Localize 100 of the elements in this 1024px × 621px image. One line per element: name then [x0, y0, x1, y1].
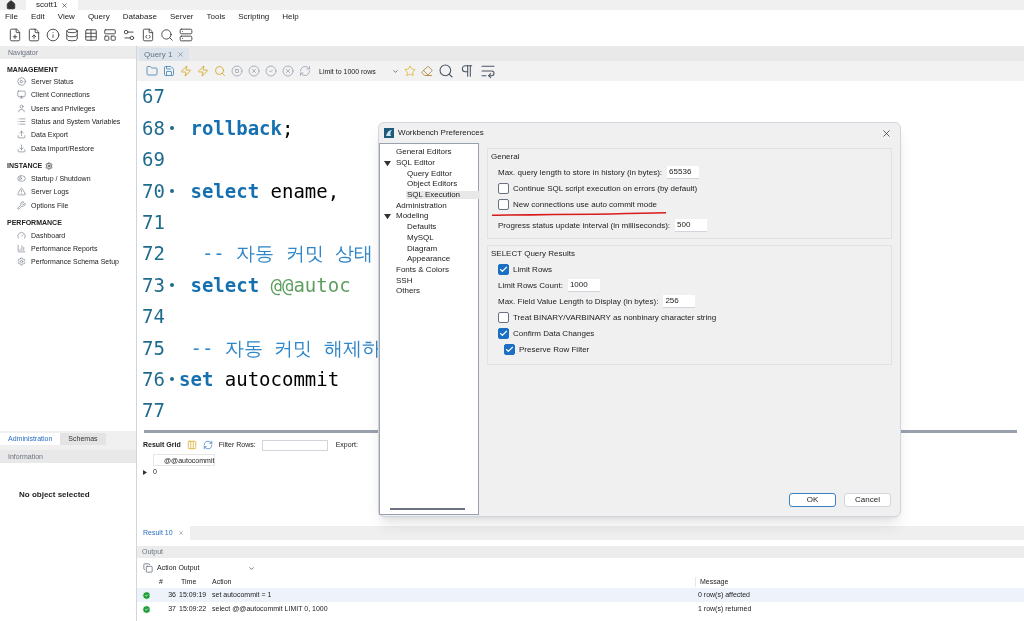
- close-icon[interactable]: [61, 1, 69, 9]
- line-number: 76: [141, 366, 165, 392]
- line-number: 73: [141, 272, 165, 298]
- line-number: 71: [141, 210, 165, 235]
- tree-item[interactable]: Modeling: [395, 212, 430, 221]
- wrench-icon[interactable]: [17, 200, 26, 210]
- input-field[interactable]: 65536: [667, 166, 700, 179]
- line-number: 70: [141, 178, 165, 204]
- menu-item[interactable]: Help: [282, 13, 299, 21]
- expand-triangle-icon[interactable]: [384, 212, 391, 220]
- refresh-icon[interactable]: [202, 440, 213, 450]
- checkbox[interactable]: [498, 199, 509, 210]
- tree-item[interactable]: Appearance: [406, 255, 452, 264]
- download-icon[interactable]: [17, 143, 26, 153]
- tree-item[interactable]: SQL Execution: [406, 191, 481, 200]
- lightning-icon[interactable]: [180, 65, 192, 77]
- monitor-icon[interactable]: [17, 90, 26, 100]
- checkbox-label: Preserve Row Filter: [519, 345, 590, 354]
- tree-item[interactable]: Defaults: [406, 223, 438, 232]
- input-field[interactable]: 1000: [567, 279, 600, 292]
- code-line: rollback;: [189, 115, 294, 141]
- pilcrow-icon[interactable]: [459, 63, 475, 79]
- new-file-icon[interactable]: [8, 28, 22, 42]
- code-line: -- 자동 커밋 해제하: [189, 335, 381, 361]
- checkbox-label: Treat BINARY/VARBINARY as nonbinary character string: [513, 313, 717, 322]
- checkbox[interactable]: [498, 312, 509, 323]
- checkbox-label: Confirm Data Changes: [513, 329, 595, 338]
- row-pointer-icon: [143, 469, 147, 475]
- settings-icon[interactable]: [45, 161, 54, 170]
- line-number: 67: [141, 84, 165, 110]
- list-icon[interactable]: [17, 117, 26, 127]
- database-icon[interactable]: [65, 28, 79, 42]
- field-label: Limit Rows Count:: [498, 281, 563, 290]
- tree-item[interactable]: SSH: [395, 276, 414, 285]
- menu-item[interactable]: File: [5, 13, 18, 21]
- eraser-icon[interactable]: [421, 65, 433, 77]
- copy-icon[interactable]: [143, 563, 153, 573]
- star-icon[interactable]: [404, 65, 416, 77]
- search-icon[interactable]: [160, 28, 174, 42]
- tree-item[interactable]: Query Editor: [406, 169, 453, 178]
- checkbox[interactable]: [498, 264, 509, 275]
- checkbox[interactable]: [498, 328, 509, 339]
- server-icon[interactable]: [179, 28, 193, 42]
- line-number: 77: [141, 398, 165, 424]
- line-number: 72: [141, 241, 165, 267]
- checkbox[interactable]: [504, 344, 515, 355]
- dolphin-logo-icon: [384, 128, 394, 138]
- input-field[interactable]: 256: [663, 295, 696, 308]
- menu-item[interactable]: Server: [169, 13, 194, 21]
- play-icon[interactable]: [17, 77, 26, 87]
- gear-icon[interactable]: [17, 257, 26, 267]
- chart-icon[interactable]: [17, 244, 26, 254]
- stop-icon[interactable]: [231, 65, 243, 77]
- query-tab[interactable]: Query 1: [139, 48, 190, 61]
- close-icon[interactable]: [881, 127, 892, 139]
- expand-triangle-icon[interactable]: [384, 159, 391, 167]
- tree-item[interactable]: Administration: [395, 201, 448, 210]
- ok-button[interactable]: OK: [789, 493, 836, 507]
- menu-item[interactable]: Tools: [206, 13, 226, 21]
- gauge-icon[interactable]: [17, 230, 26, 240]
- line-number: 75: [141, 335, 165, 361]
- code-line: -- 자동 커밋 상태: [200, 241, 374, 267]
- save-icon[interactable]: [163, 65, 175, 77]
- code-line: select ename,: [189, 178, 340, 204]
- tree-item[interactable]: SQL Editor: [395, 159, 436, 168]
- menu-item[interactable]: Database: [122, 13, 157, 21]
- tree-item[interactable]: Diagram: [406, 244, 439, 253]
- field-label: Progress status update interval (in milliseconds):: [498, 221, 671, 230]
- checkbox-label: New connections use auto commit mode: [513, 200, 658, 209]
- info-icon[interactable]: [46, 28, 60, 42]
- cancel-button[interactable]: Cancel: [844, 493, 891, 507]
- code-line: select @@autoc: [189, 272, 351, 298]
- home-icon[interactable]: [6, 0, 16, 10]
- user-icon[interactable]: [17, 103, 26, 113]
- code-line: set autocommit: [179, 366, 340, 392]
- group-title: General: [491, 153, 521, 161]
- input-field[interactable]: 500: [675, 219, 708, 232]
- warning-icon[interactable]: [17, 187, 26, 197]
- menu-item[interactable]: View: [57, 13, 75, 21]
- field-label: Max. query length to store in history (in bytes):: [498, 168, 663, 177]
- menu-item[interactable]: Query: [87, 13, 110, 21]
- wrap-text-icon[interactable]: [480, 63, 496, 79]
- tree-item[interactable]: Object Editors: [406, 180, 459, 189]
- connection-tab[interactable]: scott1: [26, 0, 79, 10]
- table-icon[interactable]: [84, 28, 98, 42]
- checkbox[interactable]: [498, 183, 509, 194]
- info-text: No object selected: [19, 490, 90, 499]
- folder-icon[interactable]: [146, 65, 158, 77]
- filter-field[interactable]: [261, 439, 328, 451]
- columns-icon[interactable]: [186, 440, 197, 450]
- open-file-icon[interactable]: [27, 28, 41, 42]
- line-number: 69: [141, 147, 165, 173]
- tree-item[interactable]: MySQL: [406, 233, 435, 242]
- upload-icon[interactable]: [17, 130, 26, 140]
- tree-item[interactable]: Others: [395, 287, 421, 296]
- menu-item[interactable]: Edit: [30, 13, 45, 21]
- tree-item[interactable]: General Editors: [395, 148, 453, 157]
- find-icon[interactable]: [438, 63, 454, 79]
- menu-item[interactable]: Scripting: [238, 13, 270, 21]
- tree-item[interactable]: Fonts & Colors: [395, 265, 450, 274]
